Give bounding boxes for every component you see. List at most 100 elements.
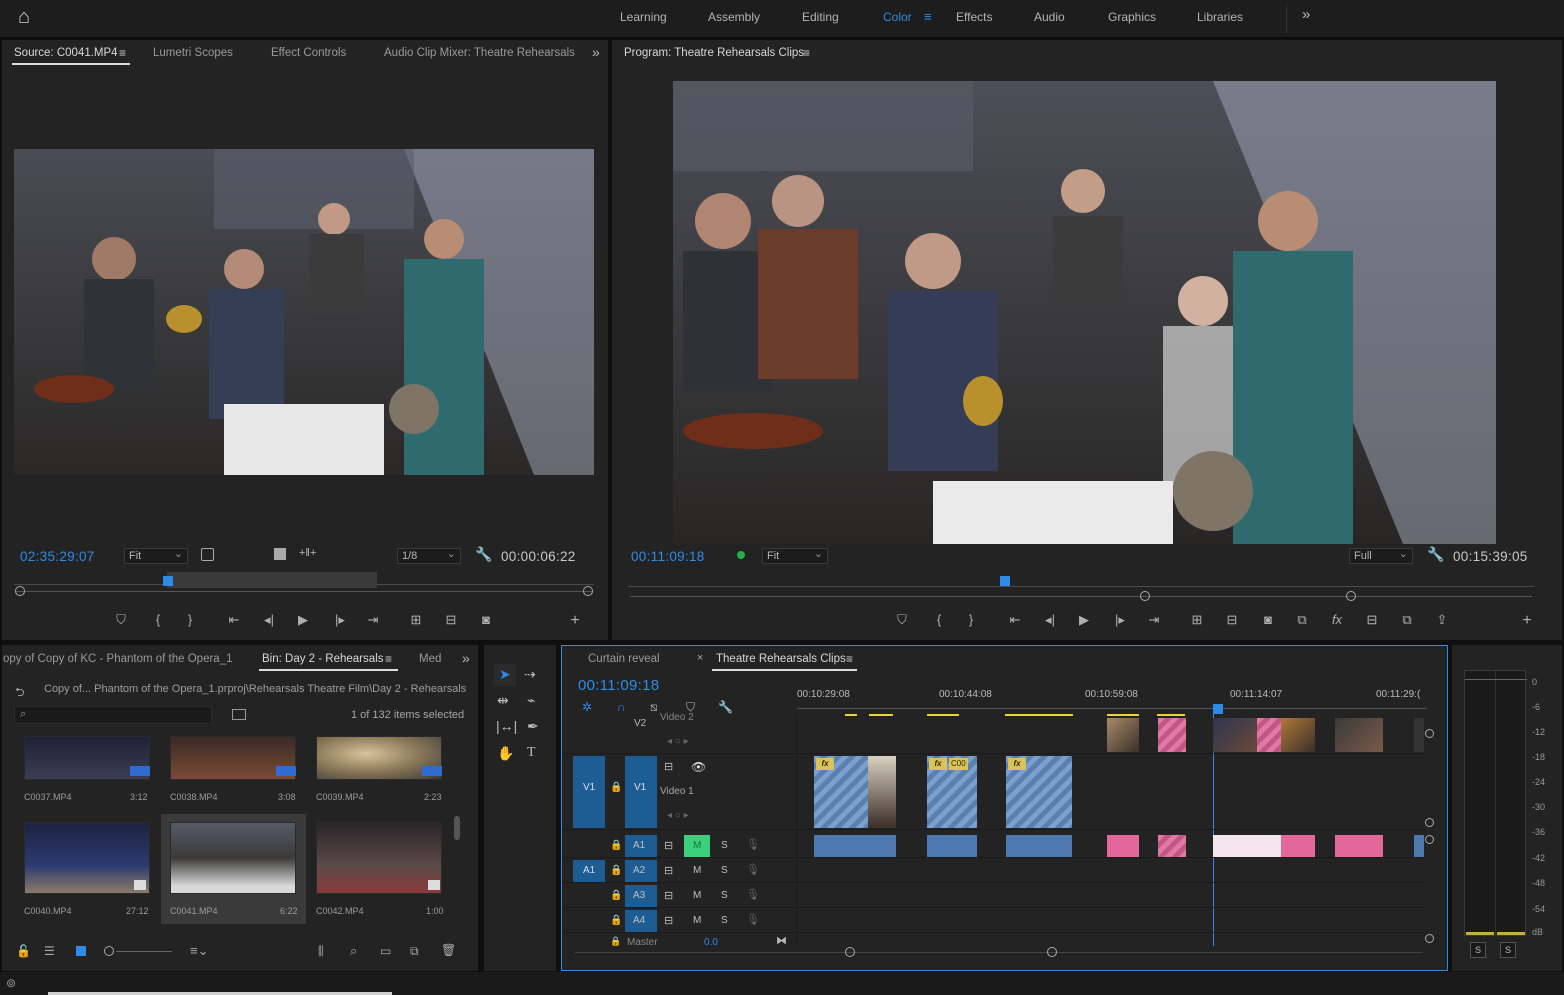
h-scroll-handle-left[interactable] [845,947,855,957]
clip-thumbnail[interactable] [170,822,296,894]
multicam-icon[interactable]: ⊟ [1363,612,1381,628]
nest-toggle-icon[interactable]: ✲ [582,700,592,714]
vr-icon[interactable]: ⧉ [1398,612,1416,628]
program-time-ruler[interactable] [628,574,1534,588]
button-editor-icon[interactable]: + [1518,612,1536,630]
source-zoom-select[interactable]: Fit [124,547,188,564]
solo-right-button[interactable]: S [1500,942,1516,958]
timeline-timecode[interactable]: 00:11:09:18 [578,677,659,694]
insert-icon[interactable]: ⊞ [407,612,425,628]
snap-icon[interactable]: ∩ [617,700,626,714]
settings-wrench-icon[interactable]: 🔧 [1427,546,1444,563]
clip-thumbnail[interactable] [316,822,442,894]
home-icon[interactable]: ⌂ [18,6,30,29]
list-view-icon[interactable]: ☰ [44,944,55,958]
a1-clip[interactable] [1107,835,1139,857]
play-icon[interactable]: ▶ [294,612,312,628]
a1-clip[interactable] [927,835,977,857]
v1-clip[interactable]: fx C00 [927,756,977,828]
v2-clip[interactable] [1281,718,1315,752]
a1-clip[interactable] [1006,835,1072,857]
h-scroll-handle-right[interactable] [1047,947,1057,957]
solo-button-a2[interactable]: S [721,865,728,876]
more-tabs-icon[interactable]: » [592,44,600,60]
timeline-settings-icon[interactable]: 🔧 [718,700,733,714]
razor-tool-icon[interactable]: ⌁ [527,692,535,709]
lock-icon[interactable]: 🔒 [610,782,622,793]
program-zoom-scrollbar[interactable] [630,596,1532,597]
clip-thumbnail[interactable] [24,822,150,894]
linked-selection-icon[interactable]: ⧅ [650,700,658,715]
go-to-out-icon[interactable]: ⇥ [1145,612,1163,628]
sort-icon[interactable]: ≡⌄ [190,943,208,959]
v1-clip[interactable]: fx [1006,756,1072,828]
solo-button-a4[interactable]: S [721,915,728,926]
type-tool-icon[interactable]: T [527,745,536,761]
a1-clip[interactable] [1281,835,1315,857]
slip-tool-icon[interactable]: |↔| [496,718,517,734]
source-zoom-scrollbar[interactable] [16,591,592,592]
pen-tool-icon[interactable]: ✒ [527,718,539,735]
export-frame-icon[interactable]: ◙ [477,612,495,627]
mark-out-icon[interactable]: } [181,612,199,627]
up-folder-icon[interactable]: ⮌ [15,683,25,704]
v-scroll-handle[interactable] [1425,818,1434,827]
v2-clip[interactable] [1257,718,1281,752]
export-icon[interactable]: ⇪ [1433,612,1451,628]
sync-lock-icon[interactable]: ⊟ [664,914,673,927]
tab-lumetri-scopes[interactable]: Lumetri Scopes [153,47,233,59]
mute-button-a4[interactable]: M [693,915,701,926]
a1-clip[interactable] [814,835,896,857]
panel-menu-icon[interactable]: ≡ [803,46,810,60]
new-bin-icon[interactable]: ▭ [380,944,391,958]
solo-left-button[interactable]: S [1470,942,1486,958]
track-select-tool-icon[interactable]: ⇢ [524,666,536,683]
go-to-in-icon[interactable]: ⇤ [225,612,243,628]
program-playhead-timecode[interactable]: 00:11:09:18 [631,549,705,564]
workspace-tab-libraries[interactable]: Libraries [1197,10,1243,24]
close-tab-icon[interactable]: × [697,652,703,664]
keyframe-nav[interactable]: ◂ ○ ▸ [667,736,689,747]
tab-source[interactable]: Source: C0041.MP4 [14,47,118,59]
play-icon[interactable]: ▶ [1075,612,1093,628]
program-playhead[interactable] [1000,576,1010,586]
solo-button-a1[interactable]: S [721,840,728,851]
source-playhead[interactable] [163,576,173,586]
zoom-slider[interactable] [116,951,172,952]
selection-tool-icon[interactable]: ➤ [499,666,511,683]
overwrite-icon[interactable]: ⊟ [442,612,460,628]
search-input[interactable]: ⌕ [14,706,212,724]
solo-button-a3[interactable]: S [721,890,728,901]
fx-icon[interactable]: fx [1328,612,1346,627]
voiceover-mic-icon[interactable]: 🎙 [746,863,760,876]
new-search-bin-icon[interactable] [232,709,246,720]
timeline-playhead-handle[interactable] [1213,704,1223,714]
workspace-tab-editing[interactable]: Editing [802,10,839,24]
tab-curtain-reveal[interactable]: Curtain reveal [588,653,660,665]
automate-to-sequence-icon[interactable]: ⫼ [318,944,324,959]
mark-in-icon[interactable]: { [149,612,167,627]
panel-menu-icon[interactable]: ≡ [385,652,392,666]
v2-clip[interactable] [1158,718,1186,752]
new-item-icon[interactable]: ⧉ [410,944,419,959]
workspace-tab-learning[interactable]: Learning [620,10,667,24]
icon-view-icon[interactable] [76,946,86,956]
safe-margins-icon[interactable] [201,548,214,561]
tab-audio-clip-mixer[interactable]: Audio Clip Mixer: Theatre Rehearsals [384,47,575,59]
tab-theatre-rehearsals-clips[interactable]: Theatre Rehearsals Clips [716,653,846,665]
source-time-ruler[interactable] [14,570,594,588]
master-end-icon[interactable]: ⧓ [776,934,787,947]
workspace-tab-graphics[interactable]: Graphics [1108,10,1156,24]
v-scroll-handle[interactable] [1425,835,1434,844]
source-playhead-timecode[interactable]: 02:35:29:07 [20,549,95,564]
comparison-view-icon[interactable]: ⧉ [1293,612,1311,628]
drag-video-icon[interactable] [274,548,286,560]
v2-clip[interactable] [1335,718,1383,752]
hand-tool-icon[interactable]: ✋ [497,745,514,762]
program-zoom-select[interactable]: Fit [762,547,828,564]
mark-in-icon[interactable]: { [930,612,948,627]
add-marker-icon[interactable]: ⛉ [112,612,130,628]
add-marker-icon[interactable]: ⛉ [893,612,911,628]
settings-wrench-icon[interactable]: 🔧 [475,546,492,563]
timeline-h-scrollbar[interactable] [575,952,1423,953]
